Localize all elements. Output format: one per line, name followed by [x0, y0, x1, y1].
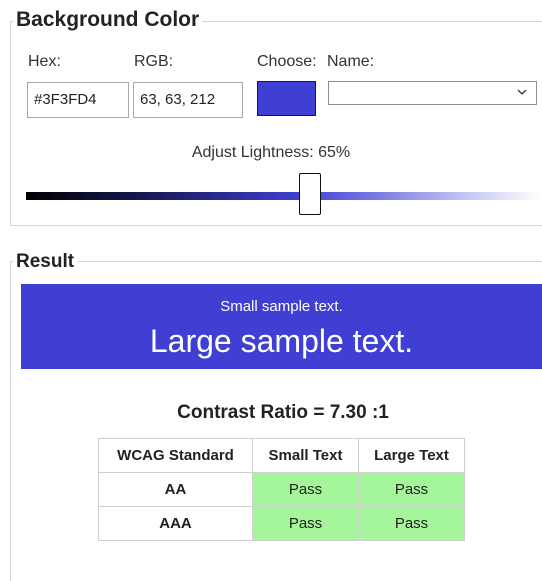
hex-label: Hex: — [28, 53, 61, 70]
wcag-table: WCAG Standard Small Text Large Text AA P… — [98, 438, 465, 541]
header-small-text: Small Text — [252, 438, 359, 473]
header-large-text: Large Text — [358, 438, 465, 473]
small-text-result: Pass — [252, 472, 359, 507]
lightness-slider-thumb[interactable] — [299, 173, 321, 215]
table-row: AAA Pass Pass — [98, 506, 465, 541]
table-row: AA Pass Pass — [98, 472, 465, 507]
choose-label: Choose: — [257, 53, 317, 70]
standard-cell: AAA — [98, 506, 253, 541]
name-label: Name: — [327, 53, 375, 70]
color-picker-swatch[interactable] — [257, 81, 316, 116]
sample-preview: Small sample text. Large sample text. — [21, 284, 542, 369]
contrast-ratio: Contrast Ratio = 7.30 :1 — [177, 402, 389, 423]
color-name-select[interactable] — [328, 81, 537, 105]
small-text-result: Pass — [252, 506, 359, 541]
result-title: Result — [14, 249, 78, 275]
large-text-result: Pass — [358, 472, 465, 507]
rgb-input[interactable]: 63, 63, 212 — [133, 82, 243, 118]
table-header-row: WCAG Standard Small Text Large Text — [98, 438, 465, 473]
chevron-down-icon — [517, 89, 527, 95]
lightness-slider-track[interactable] — [26, 192, 542, 200]
background-color-title: Background Color — [14, 6, 203, 34]
small-sample-text: Small sample text. — [220, 298, 343, 315]
large-sample-text: Large sample text. — [149, 323, 414, 359]
rgb-label: RGB: — [134, 53, 174, 70]
hex-input[interactable]: #3F3FD4 — [27, 82, 129, 118]
standard-cell: AA — [98, 472, 253, 507]
large-text-result: Pass — [358, 506, 465, 541]
header-wcag-standard: WCAG Standard — [98, 438, 253, 473]
adjust-lightness-label: Adjust Lightness: 65% — [191, 144, 351, 161]
